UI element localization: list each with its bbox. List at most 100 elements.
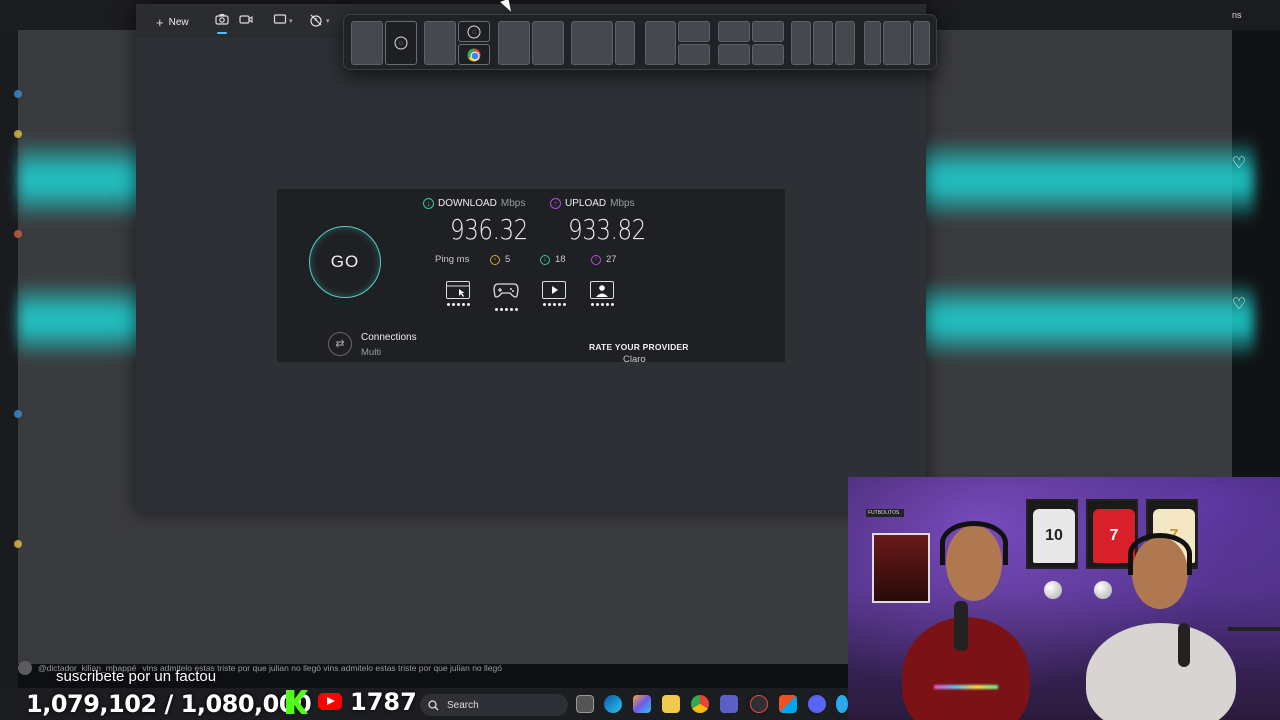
- screen: ns ♡ ♡ + New ▾ ▾ ◌ ◌ GO ↓ DOWNLOAD Mbps …: [0, 0, 1280, 720]
- background-top-label: ns: [1232, 10, 1242, 20]
- upload-latency-icon: ↑: [591, 254, 601, 265]
- file-explorer-icon[interactable]: [662, 695, 680, 713]
- upload-header: ↑ UPLOAD Mbps: [550, 198, 635, 209]
- snap-layout-half-stacked[interactable]: ◌: [424, 21, 490, 65]
- sidebar-dot: [14, 540, 22, 548]
- jersey-number: 10: [1045, 527, 1063, 544]
- edge-icon[interactable]: [604, 695, 622, 713]
- upload-unit: Mbps: [610, 198, 635, 209]
- football-decoration: [1044, 581, 1062, 599]
- jersey-number: 7: [1109, 527, 1119, 544]
- snap-zone[interactable]: [615, 21, 635, 65]
- ping-idle: ◦ 5: [490, 254, 510, 265]
- plus-icon: +: [156, 14, 164, 30]
- snipping-tool-icon[interactable]: [750, 695, 768, 713]
- snap-zone[interactable]: [532, 21, 564, 65]
- snap-layouts-flyout: ◌ ◌: [343, 14, 937, 70]
- store-icon[interactable]: [779, 695, 797, 713]
- gaming-icon: [492, 281, 520, 311]
- youtube-logo-icon: [318, 693, 342, 710]
- snap-layout-three-columns[interactable]: [791, 21, 855, 65]
- upload-value: 933.82: [568, 213, 646, 246]
- snap-zone[interactable]: ◌: [385, 21, 417, 65]
- snap-zone[interactable]: [678, 44, 710, 65]
- streaming-icon: [540, 281, 568, 311]
- headphones-icon: [1128, 533, 1192, 575]
- snap-zone[interactable]: [864, 21, 881, 65]
- snap-zone[interactable]: [645, 21, 676, 65]
- timer-icon[interactable]: [308, 13, 324, 29]
- snap-zone[interactable]: [835, 21, 855, 65]
- snap-layout-two-equal[interactable]: [498, 21, 564, 65]
- snap-zone[interactable]: [498, 21, 530, 65]
- snap-zone[interactable]: [883, 21, 911, 65]
- ping-idle-value: 5: [505, 254, 511, 265]
- snap-zone[interactable]: ◌: [458, 21, 490, 42]
- copilot-icon[interactable]: [633, 695, 651, 713]
- sidebar-dot: [14, 410, 22, 418]
- rectangle-mode-icon[interactable]: [272, 13, 288, 29]
- snap-layout-left-two-right[interactable]: [645, 21, 710, 65]
- snap-zone[interactable]: [813, 21, 833, 65]
- snap-zone[interactable]: [678, 21, 710, 42]
- download-label: DOWNLOAD: [438, 198, 497, 209]
- snap-zone[interactable]: [351, 21, 383, 65]
- headphones-icon: [940, 521, 1008, 565]
- upload-label: UPLOAD: [565, 198, 607, 209]
- telegram-icon[interactable]: [836, 695, 848, 713]
- chevron-down-icon[interactable]: ▾: [326, 17, 330, 25]
- snap-layout-three-columns-wide[interactable]: [864, 21, 930, 65]
- provider-name: Claro: [623, 354, 646, 362]
- ping-upload: ↑ 27: [591, 254, 617, 265]
- mic-arm: [1228, 627, 1280, 631]
- snap-zone[interactable]: [424, 21, 456, 65]
- snap-layout-grid-four[interactable]: [718, 21, 784, 65]
- avatar: [18, 661, 32, 675]
- heart-icon[interactable]: ♡: [1228, 294, 1250, 316]
- task-view-icon[interactable]: [576, 695, 594, 713]
- ping-down-value: 18: [555, 254, 566, 265]
- ping-text: Ping: [435, 254, 455, 265]
- snap-zone[interactable]: [752, 44, 784, 65]
- teams-icon[interactable]: [720, 695, 738, 713]
- camera-icon[interactable]: [214, 13, 230, 34]
- heart-icon[interactable]: ♡: [1228, 153, 1250, 175]
- snipping-tool-icon: ◌: [394, 36, 408, 50]
- taskbar-search[interactable]: Search: [420, 694, 568, 716]
- new-label: New: [168, 16, 189, 28]
- snap-zone[interactable]: [458, 44, 490, 65]
- idle-latency-icon: ◦: [490, 254, 500, 265]
- new-snip-button[interactable]: + New: [148, 12, 197, 32]
- snap-zone[interactable]: [791, 21, 811, 65]
- snap-zone[interactable]: [718, 21, 750, 42]
- background-left-sidebar: [0, 0, 18, 720]
- snap-zone[interactable]: [571, 21, 613, 65]
- connections-icon[interactable]: ⇄: [328, 332, 352, 356]
- ping-download: ↓ 18: [540, 254, 566, 265]
- sidebar-dot: [14, 130, 22, 138]
- chrome-icon: [467, 48, 481, 61]
- connections-value[interactable]: Multi: [361, 347, 381, 358]
- chevron-down-icon[interactable]: ▾: [289, 17, 293, 25]
- snap-layout-half[interactable]: ◌: [351, 21, 417, 65]
- webcam-feed: FUTBOLITOS 10 7 7: [848, 477, 1280, 720]
- chrome-icon[interactable]: [691, 695, 709, 713]
- video-icon[interactable]: [238, 13, 254, 29]
- sidebar-dot: [14, 90, 22, 98]
- ping-up-value: 27: [606, 254, 617, 265]
- snipping-tool-icon: ◌: [467, 25, 481, 38]
- ping-label: Ping ms: [435, 254, 469, 265]
- download-unit: Mbps: [500, 198, 526, 209]
- snap-layout-two-wide-left[interactable]: [571, 21, 635, 65]
- snap-zone[interactable]: [913, 21, 930, 65]
- speedtest-results-panel: GO ↓ DOWNLOAD Mbps 936.32 ↑ UPLOAD Mbps …: [277, 189, 785, 362]
- discord-icon[interactable]: [808, 695, 826, 713]
- search-icon: [428, 699, 439, 710]
- wall-poster: [872, 533, 930, 603]
- go-button[interactable]: GO: [309, 226, 381, 298]
- subscribe-overlay-text: suscribete por un factou: [56, 668, 217, 685]
- snap-zone[interactable]: [718, 44, 750, 65]
- snap-zone[interactable]: [752, 21, 784, 42]
- football-decoration: [1094, 581, 1112, 599]
- jersey-frame: 10: [1026, 499, 1078, 569]
